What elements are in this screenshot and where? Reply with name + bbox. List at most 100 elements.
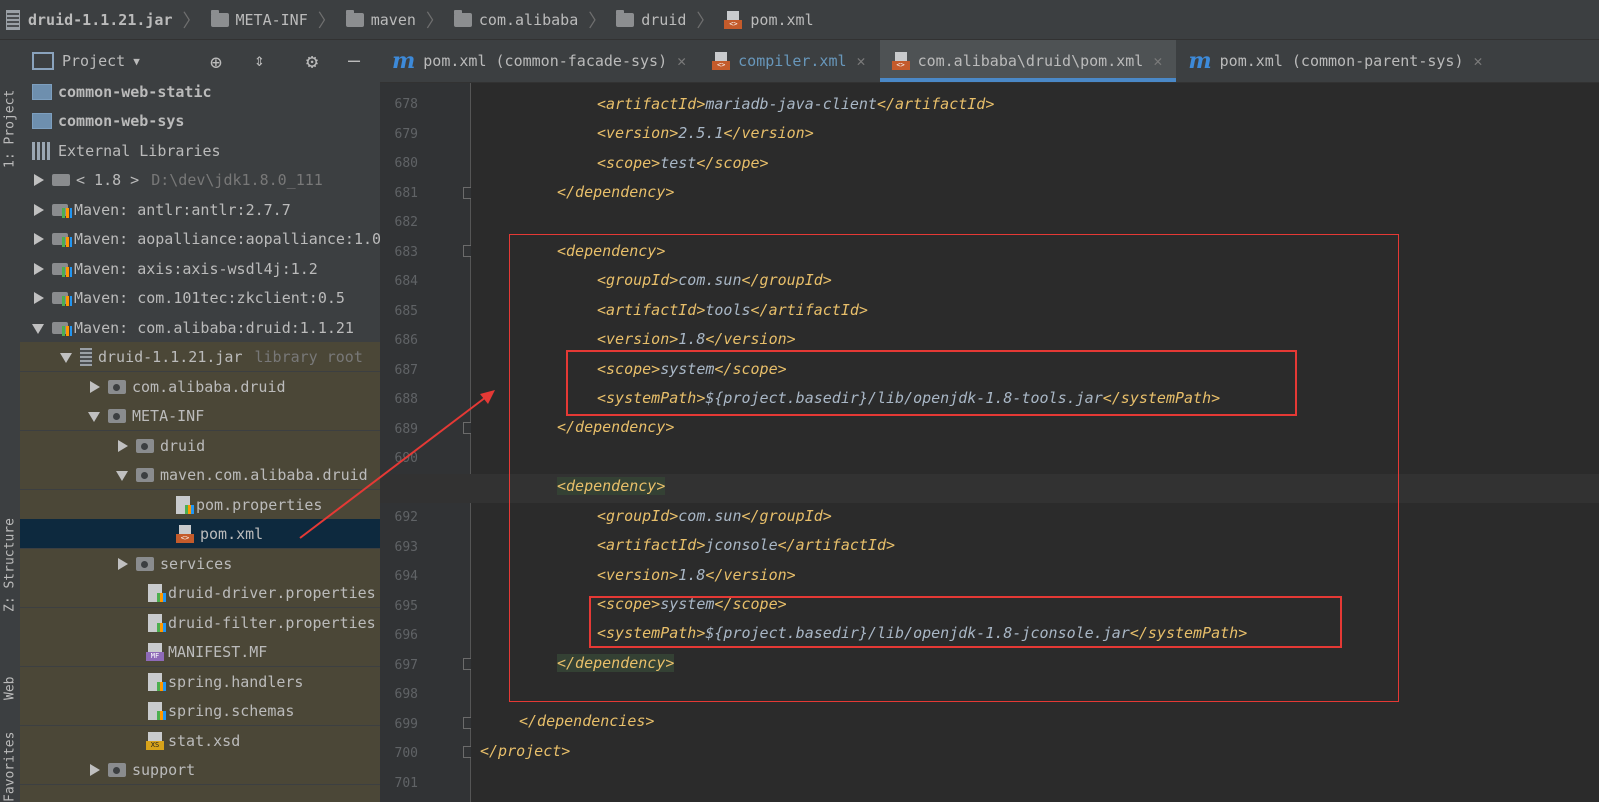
tree-item-file[interactable]: spring.handlers [20,667,380,696]
tree-item-module[interactable]: common-web-static [20,77,380,106]
close-icon[interactable]: ✕ [677,52,686,70]
tree-item-file[interactable]: spring.schemas [20,696,380,725]
tool-tab-project[interactable]: 1: Project [0,48,20,168]
line-number: 683 [394,245,418,260]
expand-arrow-icon[interactable] [116,557,128,570]
tab-compiler[interactable]: compiler.xml✕ [700,40,879,82]
chevron-right-icon: 〉 [588,10,607,32]
tab-pom-parent[interactable]: m pom.xml (common-parent-sys) ✕ [1176,40,1496,82]
xsd-file-icon [146,731,164,750]
breadcrumb-item-druid[interactable]: druid 〉 [616,7,724,33]
collapse-arrow-icon[interactable] [88,410,100,422]
collapse-arrow-icon[interactable] [60,351,72,363]
project-pane: Project ▼ ⊕ ⇕ ⚙ — common-web-static comm… [20,40,380,802]
chevron-right-icon: 〉 [425,10,444,32]
xml-file-icon [891,52,910,70]
tree-item-file[interactable]: druid-driver.properties [20,578,380,607]
tree-item-file-selected[interactable]: pom.xml [20,519,380,548]
line-number: 686 [394,333,418,348]
collapse-arrow-icon[interactable] [32,322,44,334]
expand-arrow-icon[interactable] [116,439,128,452]
manifest-file-icon [146,642,164,661]
code-line[interactable]: <version>2.5.1</version> [597,124,814,142]
close-icon[interactable]: ✕ [1474,52,1483,70]
maven-library-icon [52,291,72,306]
tool-tab-favorites[interactable]: Favorites [0,726,20,802]
collapse-arrow-icon[interactable] [116,469,128,481]
expand-arrow-icon[interactable] [88,763,100,776]
tree-item-folder[interactable]: maven.com.alibaba.druid [20,460,380,489]
tree-item-maven-lib[interactable]: Maven: com.alibaba:druid:1.1.21 [20,313,380,342]
expand-arrow-icon[interactable] [32,291,44,304]
hide-icon[interactable]: — [348,48,360,72]
maven-library-icon [52,321,72,336]
tree-item-filler [20,785,380,802]
expand-arrow-icon[interactable] [32,232,44,245]
tree-item-maven-lib[interactable]: Maven: axis:axis-wsdl4j:1.2 [20,254,380,283]
tree-item-maven-lib[interactable]: Maven: com.101tec:zkclient:0.5 [20,283,380,312]
breadcrumb-item-com-alibaba[interactable]: com.alibaba 〉 [453,7,616,33]
chevron-down-icon[interactable]: ▼ [133,55,140,68]
module-icon [32,112,52,129]
tree-item-file[interactable]: stat.xsd [20,726,380,755]
tree-item-folder[interactable]: META-INF [20,401,380,430]
tree-item-maven-lib[interactable]: Maven: antlr:antlr:2.7.7 [20,195,380,224]
tree-item-package[interactable]: com.alibaba.druid [20,372,380,401]
properties-file-icon [176,495,194,514]
line-number: 700 [394,746,418,761]
tree-item-module[interactable]: common-web-sys [20,106,380,135]
tree-item-folder[interactable]: services [20,549,380,578]
tree-item-package[interactable]: support [20,755,380,784]
breadcrumb-item-maven[interactable]: maven 〉 [345,7,454,33]
tree-item-file[interactable]: MANIFEST.MF [20,637,380,666]
tool-tab-structure[interactable]: Z: Structure [0,482,20,612]
expand-arrow-icon[interactable] [32,173,44,186]
maven-library-icon [52,203,72,218]
library-icon [32,141,52,160]
tree-item-maven-lib[interactable]: Maven: aopalliance:aopalliance:1.0 [20,224,380,253]
line-number: 679 [394,127,418,142]
tree-item-external-libraries[interactable]: External Libraries [20,136,380,165]
line-number: 695 [394,599,418,614]
tab-pom-facade[interactable]: m pom.xml (common-facade-sys) ✕ [380,40,700,82]
project-view-selector[interactable]: Project [62,52,125,70]
expand-arrow-icon[interactable] [88,380,100,393]
package-icon [136,467,154,482]
tree-item-file[interactable]: druid-filter.properties [20,608,380,637]
line-number: 692 [394,510,418,525]
line-number: 678 [394,97,418,112]
code-line[interactable]: </dependency> [557,183,674,201]
locate-icon[interactable]: ⊕ [210,50,222,74]
code-line[interactable]: </project> [480,742,570,760]
package-icon [108,408,126,423]
breadcrumb-item-pom[interactable]: pom.xml [724,10,814,29]
module-icon [32,83,52,100]
code-line[interactable]: <artifactId>mariadb-java-client</artifac… [597,95,994,113]
properties-file-icon [148,701,166,720]
code-line[interactable]: </dependencies> [519,712,654,730]
collapse-all-icon[interactable]: ⇕ [254,50,265,71]
close-icon[interactable]: ✕ [857,52,866,70]
line-number: 688 [394,392,418,407]
annotation-tools-box [566,350,1297,416]
properties-file-icon [148,583,166,602]
xml-file-icon [176,524,194,543]
editor-gutter: 678 679 680 681 682 683 684 685 686 687 … [380,83,473,802]
chevron-right-icon: 〉 [317,10,336,32]
expand-arrow-icon[interactable] [32,262,44,275]
close-icon[interactable]: ✕ [1153,52,1162,70]
breadcrumb-item-jar[interactable]: druid-1.1.21.jar 〉 [6,7,211,33]
tree-item-jdk[interactable]: < 1.8 > D:\dev\jdk1.8.0_111 [20,165,380,194]
expand-arrow-icon[interactable] [32,203,44,216]
line-number: 690 [394,451,418,466]
breadcrumb-item-meta-inf[interactable]: META-INF 〉 [210,7,346,33]
tool-tab-web[interactable]: Web [0,640,20,700]
line-number: 680 [394,156,418,171]
folder-icon [453,9,472,27]
tree-item-folder[interactable]: druid [20,431,380,460]
code-line[interactable]: <scope>test</scope> [597,154,769,172]
tab-druid-pom[interactable]: com.alibaba\druid\pom.xml✕ [879,40,1177,82]
tree-item-jar[interactable]: druid-1.1.21.jar library root [20,342,380,371]
tree-item-file[interactable]: pom.properties [20,490,380,519]
gear-icon[interactable]: ⚙ [306,49,318,73]
